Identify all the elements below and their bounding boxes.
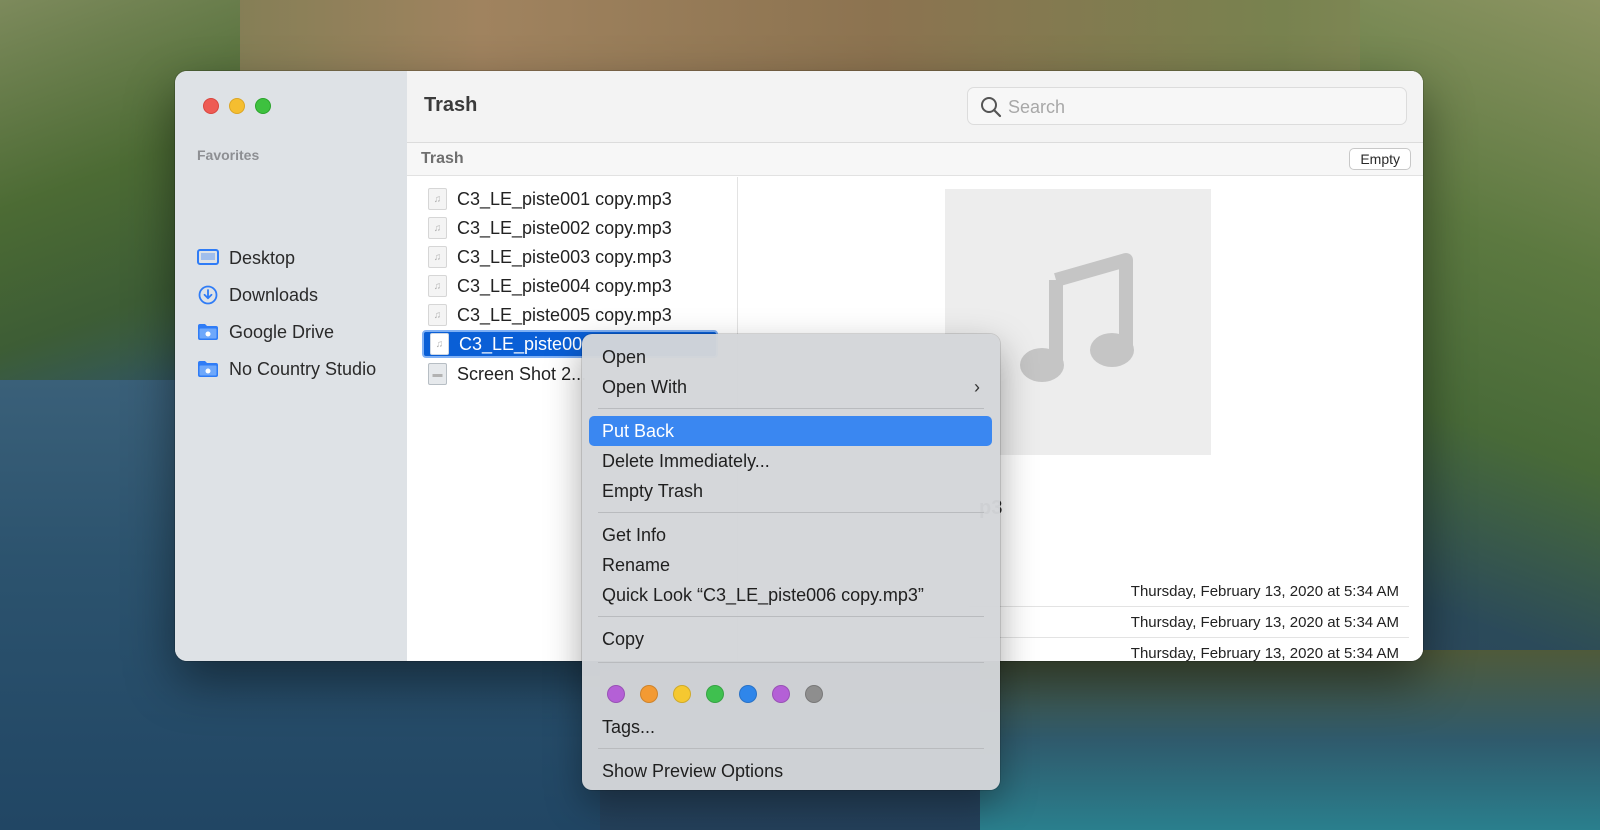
tag-orange-button[interactable] [640,685,658,703]
menu-separator [598,748,984,749]
zoom-window-button[interactable] [255,98,271,114]
sidebar-item-label: Downloads [229,284,319,305]
file-name: C3_LE_piste005 copy.mp3 [457,304,672,325]
tag-gray-button[interactable] [805,685,823,703]
menu-item-show-preview-options[interactable]: Show Preview Options [589,756,992,786]
sidebar-item-label: No Country Studio [229,358,377,379]
meta-date: Thursday, February 13, 2020 at 5:34 AM [969,577,1409,607]
file-name: Screen Shot 2... [457,363,587,384]
menu-separator [598,512,984,513]
path-bar-title: Trash [421,150,464,167]
list-item[interactable]: ♫ C3_LE_piste004 copy.mp3 [422,272,718,300]
window-title: Trash [424,94,478,116]
tag-yellow-button[interactable] [673,685,691,703]
empty-trash-button[interactable]: Empty [1349,148,1411,170]
close-window-button[interactable] [203,98,219,114]
toolbar: Trash [407,71,1423,143]
menu-item-quick-look[interactable]: Quick Look “C3_LE_piste006 copy.mp3” [589,580,992,610]
context-menu: Open Open With › Put Back Delete Immedia… [582,334,1000,790]
list-item[interactable]: ♫ C3_LE_piste005 copy.mp3 [422,301,718,329]
meta-date: Thursday, February 13, 2020 at 5:34 AM [969,608,1409,638]
list-item[interactable]: ♫ C3_LE_piste003 copy.mp3 [422,243,718,271]
folder-icon [197,358,219,380]
menu-item-empty-trash[interactable]: Empty Trash [589,476,992,506]
search-input[interactable] [1008,94,1388,120]
sidebar-item-downloads[interactable]: Downloads [197,282,318,308]
audio-file-icon: ♫ [428,217,447,239]
tag-purple-button[interactable] [772,685,790,703]
menu-item-rename[interactable]: Rename [589,550,992,580]
menu-item-open[interactable]: Open [589,342,992,372]
search-icon [980,96,1002,123]
sidebar-heading: Favorites [197,147,260,163]
sidebar: Favorites Desktop Downloads Google Drive… [175,71,407,661]
menu-item-copy[interactable]: Copy [589,624,992,654]
wallpaper-sea [980,650,1600,830]
desktop-icon [197,247,219,269]
folder-icon [197,321,219,343]
meta-date: Thursday, February 13, 2020 at 5:34 AM [969,639,1409,661]
menu-item-tags[interactable]: Tags... [589,712,992,742]
audio-file-icon: ♫ [428,304,447,326]
menu-item-delete-immediately[interactable]: Delete Immediately... [589,446,992,476]
path-bar: Trash Empty [407,143,1423,176]
sidebar-item-no-country-studio[interactable]: No Country Studio [197,356,376,382]
downloads-icon [197,284,219,306]
sidebar-item-google-drive[interactable]: Google Drive [197,319,334,345]
music-note-icon [1018,250,1138,395]
file-name: C3_LE_piste002 copy.mp3 [457,217,672,238]
list-item[interactable]: ♫ C3_LE_piste002 copy.mp3 [422,214,718,242]
menu-separator [598,662,984,663]
audio-file-icon: ♫ [428,246,447,268]
search-field[interactable] [967,87,1407,125]
sidebar-item-label: Desktop [229,247,296,268]
menu-item-label: Open With [602,376,688,397]
menu-separator [598,408,984,409]
menu-item-put-back[interactable]: Put Back [589,416,992,446]
audio-file-icon: ♫ [428,188,447,210]
menu-item-get-info[interactable]: Get Info [589,520,992,550]
list-item[interactable]: ♫ C3_LE_piste001 copy.mp3 [422,185,718,213]
minimize-window-button[interactable] [229,98,245,114]
file-name: C3_LE_piste004 copy.mp3 [457,275,672,296]
menu-item-open-with[interactable]: Open With › [589,372,992,402]
menu-separator [598,616,984,617]
tag-green-button[interactable] [706,685,724,703]
tag-purple-button[interactable] [607,685,625,703]
sidebar-item-desktop[interactable]: Desktop [197,245,295,271]
audio-file-icon: ♫ [428,275,447,297]
screenshot-file-icon: ▬ [428,363,447,385]
file-name: C3_LE_piste00 [459,333,583,354]
file-name: C3_LE_piste003 copy.mp3 [457,246,672,267]
file-name: C3_LE_piste001 copy.mp3 [457,188,672,209]
audio-file-icon: ♫ [430,333,449,355]
chevron-right-icon: › [974,377,980,397]
sidebar-item-label: Google Drive [229,321,335,342]
tag-blue-button[interactable] [739,685,757,703]
